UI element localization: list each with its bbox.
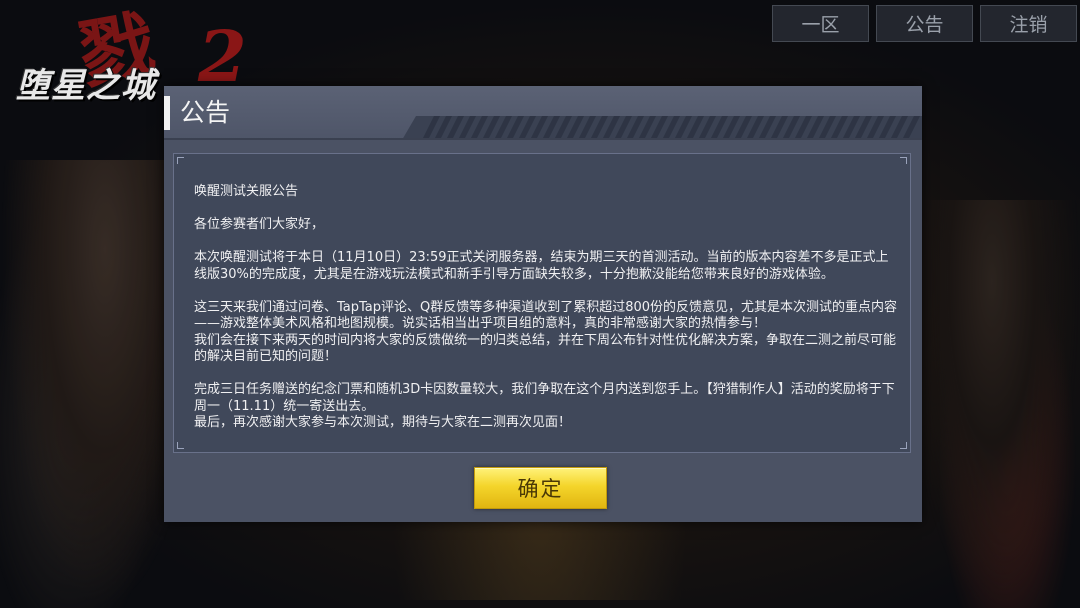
header-stripes-decoration [402,116,922,140]
corner-decoration [177,442,184,449]
notice-button[interactable]: 公告 [876,5,973,42]
announcement-content-box[interactable]: 唤醒测试关服公告 各位参赛者们大家好， 本次唤醒测试将于本日（11月10日）23… [173,153,911,453]
header-divider [164,138,922,140]
server-button[interactable]: 一区 [772,5,869,42]
corner-decoration [900,442,907,449]
logo-number: 2 [198,15,247,98]
logo-name: 堕星之城 [16,66,156,106]
announcement-heading: 唤醒测试关服公告 [194,184,299,199]
game-screen: 戮 2 堕星之城 一区 公告 注销 公告 唤醒测试关服公告 各位参赛者们大家好，… [0,0,1080,608]
character-left-art [0,160,175,608]
announcement-paragraph: 完成三日任务赠送的纪念门票和随机3D卡因数量较大，我们争取在这个月内送到您手上。… [194,382,895,430]
announcement-text: 唤醒测试关服公告 各位参赛者们大家好， 本次唤醒测试将于本日（11月10日）23… [194,184,900,432]
announcement-dialog: 公告 唤醒测试关服公告 各位参赛者们大家好， 本次唤醒测试将于本日（11月10日… [164,86,922,522]
character-right-art [920,200,1080,608]
dialog-header: 公告 [164,86,922,140]
logout-button[interactable]: 注销 [980,5,1077,42]
announcement-greeting: 各位参赛者们大家好， [194,217,325,232]
announcement-paragraph: 本次唤醒测试将于本日（11月10日）23:59正式关闭服务器，结束为期三天的首测… [194,250,889,282]
dialog-title: 公告 [180,98,231,127]
header-accent-bar [164,96,170,130]
confirm-button[interactable]: 确定 [474,467,607,509]
corner-decoration [900,157,907,164]
announcement-paragraph: 这三天来我们通过问卷、TapTap评论、Q群反馈等多种渠道收到了累积超过800份… [194,299,898,365]
corner-decoration [177,157,184,164]
